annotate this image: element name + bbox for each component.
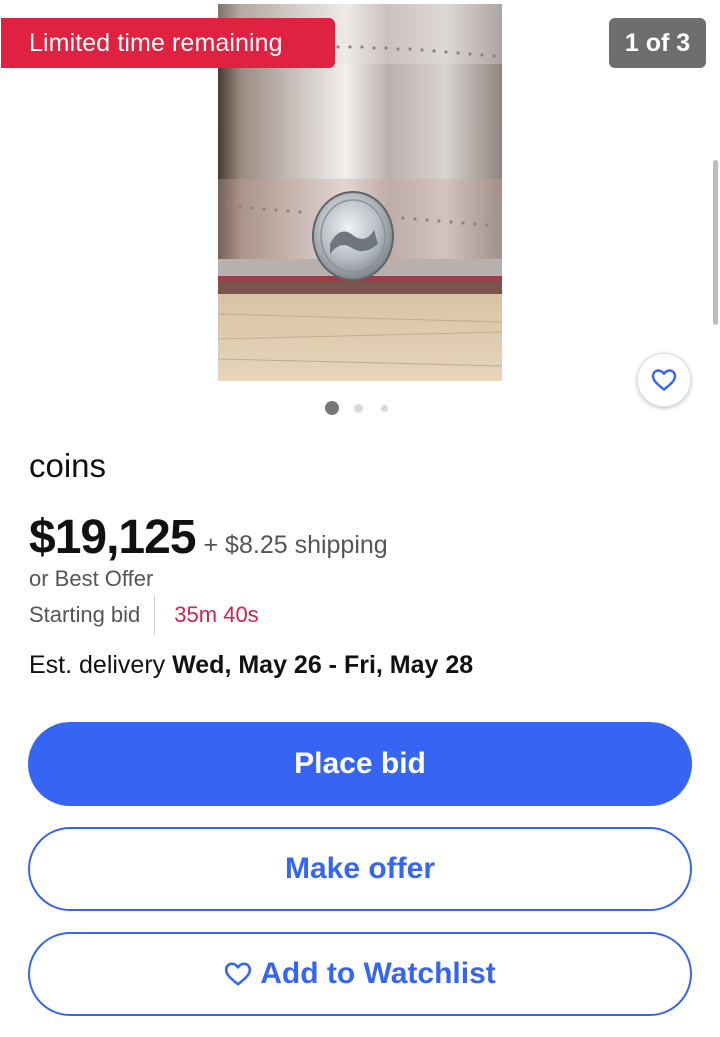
make-offer-button[interactable]: Make offer (28, 827, 692, 911)
watchlist-label: Add to Watchlist (260, 957, 496, 990)
place-bid-button[interactable]: Place bid (28, 722, 692, 806)
photo-counter: 1 of 3 (609, 18, 706, 68)
bid-info-row: Starting bid 35m 40s (29, 595, 259, 635)
dot[interactable] (354, 403, 363, 413)
dot-active[interactable] (325, 401, 339, 415)
limited-time-badge: Limited time remaining (1, 18, 335, 68)
heart-icon (225, 962, 252, 986)
heart-icon (651, 369, 677, 391)
price-row: $19,125 + $8.25 shipping (29, 510, 388, 565)
shipping-cost: + $8.25 shipping (203, 531, 388, 559)
make-offer-label: Make offer (284, 852, 436, 885)
estimated-delivery: Est. delivery Wed, May 26 - Fri, May 28 (29, 651, 473, 680)
pagination-dots (325, 401, 388, 415)
starting-bid-label: Starting bid (29, 602, 141, 627)
dot[interactable] (381, 404, 388, 412)
delivery-label: Est. delivery (29, 651, 166, 679)
time-left: 35m 40s (174, 602, 259, 627)
scrollbar[interactable] (713, 160, 718, 325)
item-price: $19,125 (29, 511, 197, 564)
item-title: coins (29, 447, 107, 484)
image-gallery[interactable]: Limited time remaining 1 of 3 (0, 0, 720, 425)
best-offer-label: or Best Offer (29, 566, 154, 591)
add-to-watchlist-button[interactable]: Add to Watchlist (28, 932, 692, 1016)
delivery-dates: Wed, May 26 - Fri, May 28 (172, 651, 474, 679)
watch-heart-button[interactable] (637, 353, 691, 407)
place-bid-label: Place bid (294, 747, 426, 780)
